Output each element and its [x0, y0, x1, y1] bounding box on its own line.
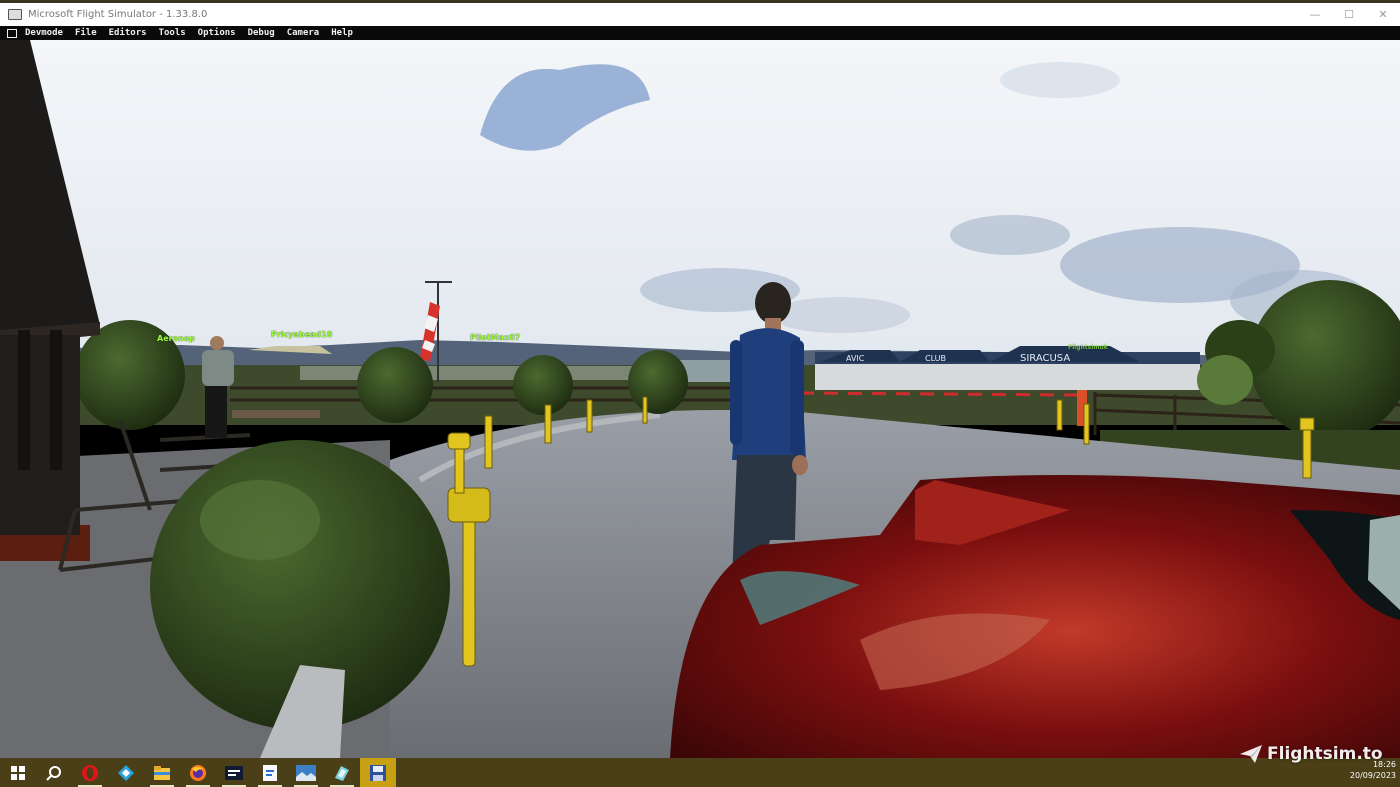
windows-start-icon[interactable] — [0, 758, 36, 787]
kodi-icon[interactable] — [108, 758, 144, 787]
notepad-icon[interactable] — [252, 758, 288, 787]
taskbar — [0, 758, 1400, 787]
menu-bar: Devmode File Editors Tools Options Debug… — [0, 26, 1400, 40]
title-bar: Microsoft Flight Simulator - 1.33.8.0 — … — [0, 0, 1400, 26]
menu-editors[interactable]: Editors — [109, 28, 147, 38]
watermark-text: Flightsim.to — [1267, 744, 1383, 764]
opera-icon[interactable] — [72, 758, 108, 787]
menu-debug[interactable]: Debug — [248, 28, 275, 38]
hangar-sign-avic: AVIC — [846, 354, 865, 363]
clock-date: 20/09/2023 — [1349, 771, 1396, 780]
menu-file[interactable]: File — [75, 28, 97, 38]
player-tag: Aeronop — [157, 334, 195, 343]
window-controls: — ☐ ✕ — [1298, 3, 1400, 26]
flightsim-watermark: Flightsim.to — [1240, 744, 1383, 764]
hangar-sign-siracusa: SIRACUSA — [1020, 353, 1070, 364]
scene-render: AVIC CLUB SIRACUSA — [0, 40, 1400, 758]
menu-camera[interactable]: Camera — [287, 28, 320, 38]
app-icon — [8, 9, 22, 20]
menu-devmode[interactable]: Devmode — [25, 28, 63, 38]
window-title: Microsoft Flight Simulator - 1.33.8.0 — [28, 9, 208, 20]
hangar-sign-club: CLUB — [925, 354, 946, 363]
minimize-button[interactable]: — — [1298, 3, 1332, 26]
close-button[interactable]: ✕ — [1366, 3, 1400, 26]
menu-options[interactable]: Options — [198, 28, 236, 38]
save-icon[interactable] — [360, 758, 396, 787]
player-tag: PilotMax07 — [470, 333, 521, 342]
paper-plane-icon — [1240, 745, 1262, 763]
paint-icon[interactable] — [324, 758, 360, 787]
menu-tools[interactable]: Tools — [159, 28, 186, 38]
menu-help[interactable]: Help — [331, 28, 353, 38]
devmode-icon[interactable] — [7, 28, 17, 38]
image-viewer-icon[interactable] — [288, 758, 324, 787]
player-tag: Flightsimuk — [1068, 344, 1108, 351]
app-icon[interactable] — [216, 758, 252, 787]
maximize-button[interactable]: ☐ — [1332, 3, 1366, 26]
hangar-building: AVIC CLUB SIRACUSA — [815, 346, 1200, 390]
firefox-icon[interactable] — [180, 758, 216, 787]
simulator-viewport[interactable]: AVIC CLUB SIRACUSA Aeronop Pricyabead10 … — [0, 40, 1400, 758]
player-tag: Pricyabead10 — [271, 330, 333, 339]
file-explorer-icon[interactable] — [144, 758, 180, 787]
search-icon[interactable] — [36, 758, 72, 787]
